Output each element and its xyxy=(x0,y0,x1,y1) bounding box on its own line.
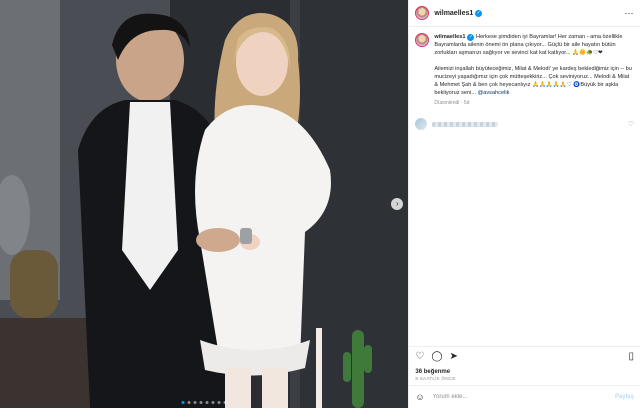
header-username[interactable]: wilmaelles1 xyxy=(434,10,473,17)
carousel-dot xyxy=(223,401,227,404)
mention-link[interactable]: @avsahcelik xyxy=(478,90,510,96)
comment-input[interactable] xyxy=(430,393,615,401)
caption-text-block: wilmaelles1 ✓ Herkese şimdiden iyi Bayram… xyxy=(434,33,634,97)
carousel-dot xyxy=(205,401,209,404)
couple-photo-illustration xyxy=(0,0,409,408)
post-side-panel: wilmaelles1 ✓ ⋯ wilmaelles1 ✓ Herkese şim… xyxy=(408,0,640,408)
caption-text-2: Ailemizi inşallah büyüteceğimiz, Milat &… xyxy=(434,66,632,96)
comment-avatar[interactable] xyxy=(415,118,428,130)
post-comment-button[interactable]: Paylaş xyxy=(615,394,634,400)
verified-badge-icon: ✓ xyxy=(475,9,483,17)
carousel-dot xyxy=(211,401,215,404)
avatar[interactable] xyxy=(415,6,430,20)
caption-username[interactable]: wilmaelles1 xyxy=(434,34,465,40)
comment-blurred-text xyxy=(432,121,499,127)
verified-badge-icon: ✓ xyxy=(467,34,475,41)
comment-icon[interactable]: ◯ xyxy=(431,352,442,362)
carousel-dot xyxy=(193,401,197,404)
comment-like-icon[interactable]: ♡ xyxy=(628,120,634,128)
caption-meta: Düzenlendi · 5d xyxy=(434,100,470,106)
carousel-dot xyxy=(217,401,221,404)
share-icon[interactable]: ➤ xyxy=(450,352,458,362)
comment-row: ♡ xyxy=(415,118,634,130)
emoji-icon[interactable]: ☺ xyxy=(415,392,424,402)
like-icon[interactable]: ♡ xyxy=(415,352,424,362)
post-header: wilmaelles1 ✓ ⋯ xyxy=(409,0,640,27)
save-icon[interactable]: ▯ xyxy=(628,352,634,362)
caption-avatar[interactable] xyxy=(415,33,430,47)
comment-composer: ☺ Paylaş xyxy=(409,385,640,408)
carousel-dot xyxy=(187,401,191,404)
carousel-indicator xyxy=(181,401,227,404)
instagram-post-view: › wilmaelles1 ✓ ⋯ wilmaelles1✓ Herkese xyxy=(0,0,640,408)
more-options-icon[interactable]: ⋯ xyxy=(625,8,635,19)
post-date: 8 SAATLİK ÖNCE xyxy=(415,376,456,381)
likes-count[interactable]: 36 beğenme xyxy=(409,369,640,375)
carousel-dot xyxy=(199,401,203,404)
caption: wilmaelles1 ✓ Herkese şimdiden iyi Bayram… xyxy=(415,33,634,97)
post-photo[interactable]: › xyxy=(0,0,409,408)
action-bar: ♡ ◯ ➤ ▯ xyxy=(409,346,640,367)
carousel-dot xyxy=(181,401,185,404)
comments-area: wilmaelles1 ✓ Herkese şimdiden iyi Bayram… xyxy=(409,27,640,346)
